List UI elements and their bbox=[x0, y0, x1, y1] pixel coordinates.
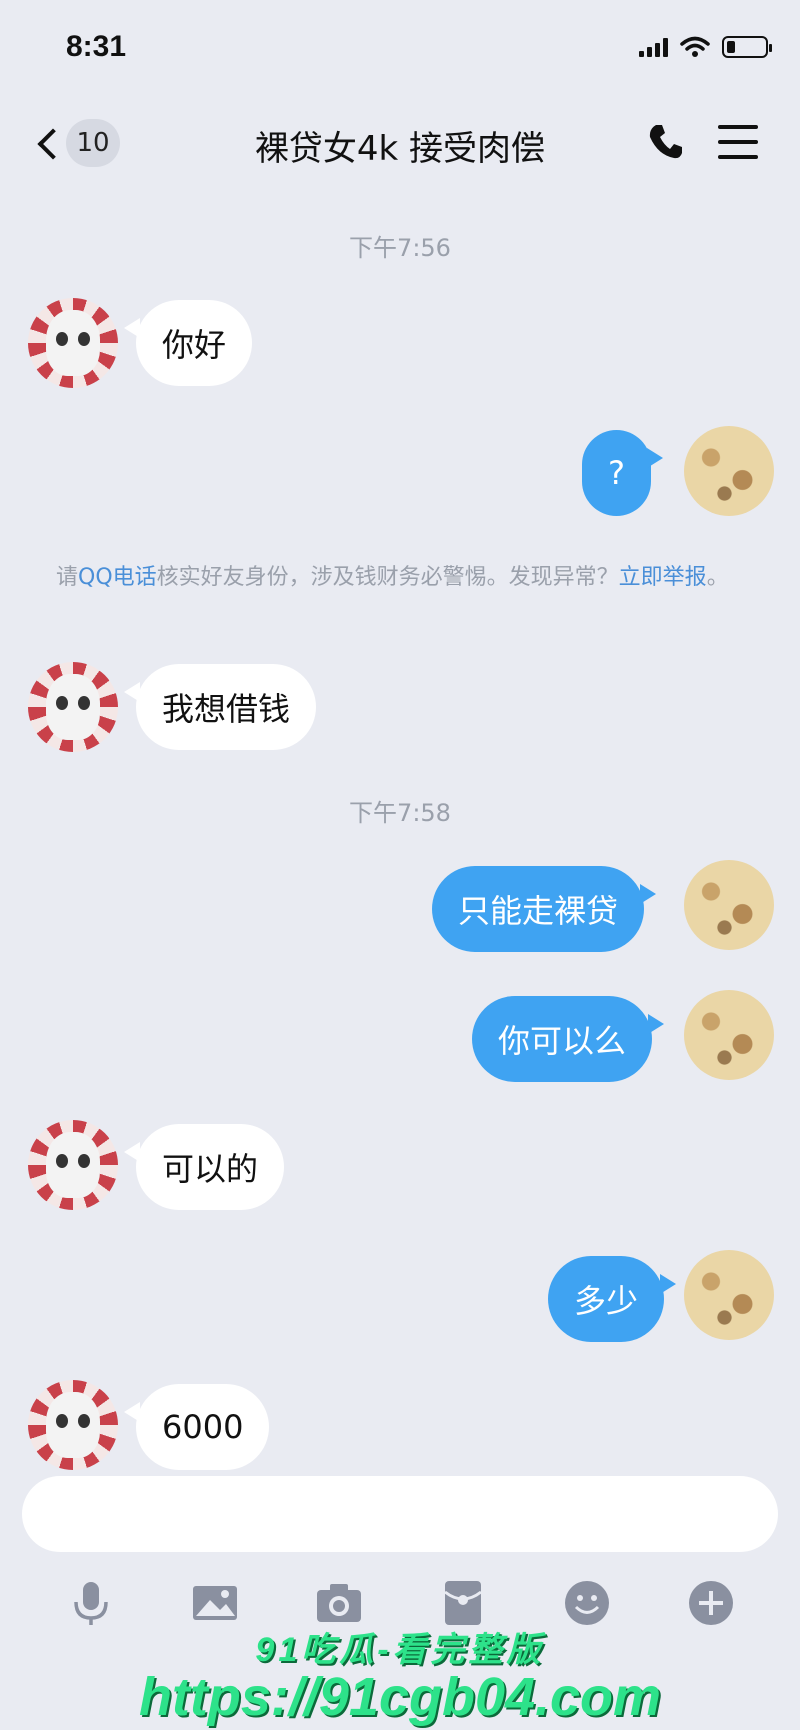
message-bubble-incoming: 你好 bbox=[123, 300, 253, 386]
message-bubble-incoming: 可以的 bbox=[123, 1124, 285, 1210]
qq-call-link[interactable]: QQ电话 bbox=[78, 565, 157, 590]
battery-icon bbox=[722, 36, 772, 58]
camera-icon[interactable] bbox=[314, 1578, 364, 1628]
report-link[interactable]: 立即举报 bbox=[619, 565, 707, 590]
wifi-icon bbox=[680, 36, 710, 57]
image-icon[interactable] bbox=[190, 1578, 240, 1628]
emoji-icon[interactable] bbox=[562, 1578, 612, 1628]
message-bubble-incoming: 6000 bbox=[123, 1384, 270, 1470]
message-bubble-outgoing: ? bbox=[582, 430, 663, 516]
contact-avatar[interactable] bbox=[28, 298, 118, 388]
watermark-line2: https://91cgb04.com bbox=[138, 1667, 662, 1727]
user-avatar[interactable] bbox=[684, 1250, 774, 1340]
contact-avatar[interactable] bbox=[28, 1120, 118, 1210]
contact-avatar[interactable] bbox=[28, 1380, 118, 1470]
menu-icon[interactable] bbox=[718, 125, 758, 159]
phone-icon[interactable] bbox=[644, 119, 688, 163]
timestamp: 下午7:56 bbox=[349, 234, 451, 262]
plus-icon[interactable] bbox=[686, 1578, 736, 1628]
message-bubble-outgoing: 多少 bbox=[548, 1256, 677, 1342]
message-bubble-outgoing: 你可以么 bbox=[472, 996, 665, 1082]
status-time: 8:31 bbox=[66, 30, 127, 63]
timestamp: 下午7:58 bbox=[349, 799, 451, 827]
watermark-line1: 91吃瓜-看完整版 bbox=[255, 1631, 545, 1669]
user-avatar[interactable] bbox=[684, 990, 774, 1080]
contact-avatar[interactable] bbox=[28, 662, 118, 752]
message-input[interactable] bbox=[22, 1476, 778, 1552]
microphone-icon[interactable] bbox=[66, 1578, 116, 1628]
chat-header: 10 裸贷女4k 接受肉偿 bbox=[0, 95, 800, 195]
user-avatar[interactable] bbox=[684, 426, 774, 516]
status-bar: 8:31 bbox=[0, 0, 800, 95]
signal-icon bbox=[639, 37, 668, 57]
status-icons bbox=[639, 36, 772, 58]
message-bubble-incoming: 我想借钱 bbox=[123, 664, 317, 750]
user-avatar[interactable] bbox=[684, 860, 774, 950]
message-bubble-outgoing: 只能走裸贷 bbox=[432, 866, 657, 952]
red-packet-icon[interactable] bbox=[438, 1578, 488, 1628]
safety-notice: 请QQ电话核实好友身份，涉及钱财务必警惕。发现异常？立即举报。 bbox=[56, 565, 729, 590]
